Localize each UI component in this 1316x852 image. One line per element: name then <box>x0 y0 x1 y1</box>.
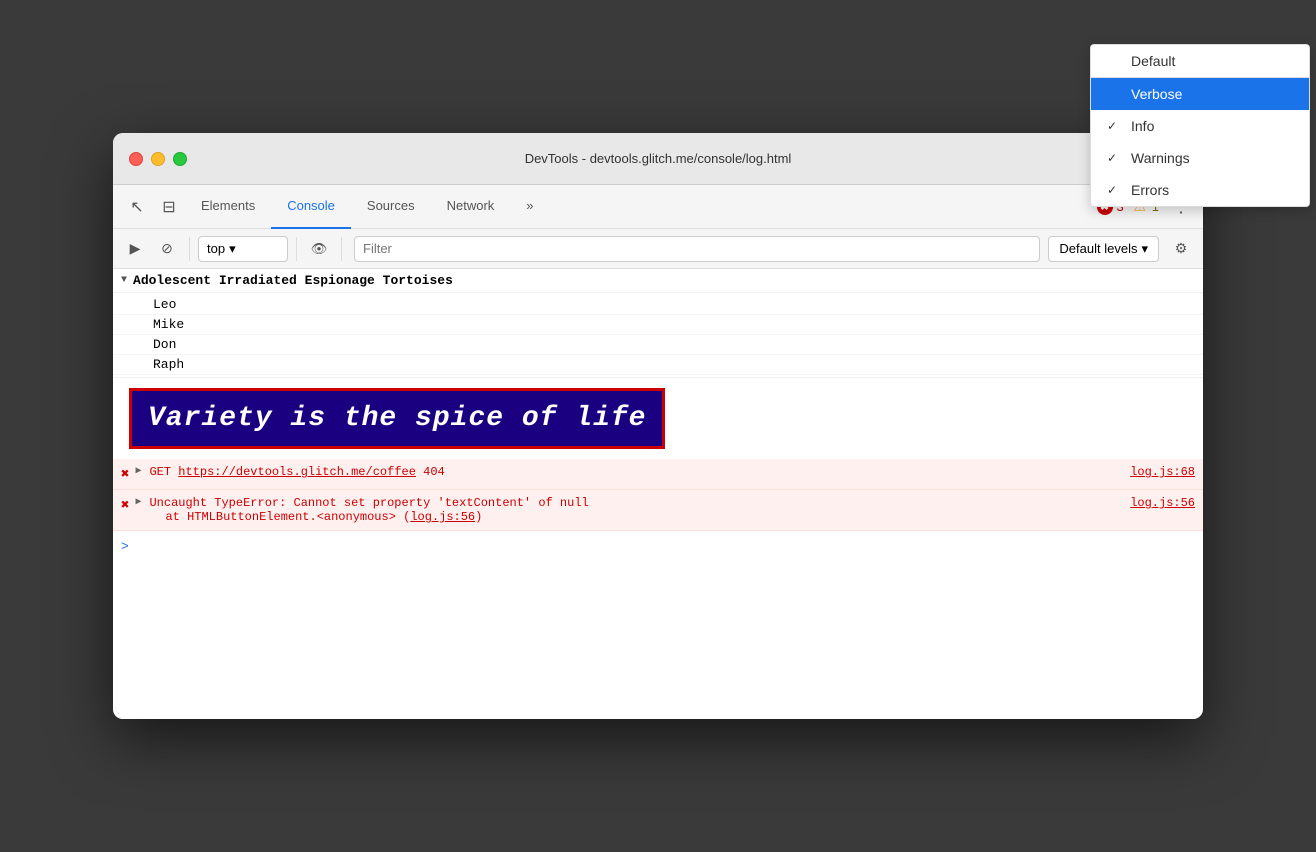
error-content-2: Uncaught TypeError: Cannot set property … <box>149 496 1124 524</box>
object-row: ▼ Adolescent Irradiated Espionage Tortoi… <box>113 269 1203 293</box>
list-item: Leo <box>113 295 1203 315</box>
dropdown-item-errors[interactable]: ✓ Errors <box>1091 174 1203 206</box>
error-url-1[interactable]: https://devtools.glitch.me/coffee <box>178 465 416 479</box>
tab-elements[interactable]: Elements <box>185 185 271 229</box>
console-toolbar: ▶ ⊘ top ▾ 👁 Default levels ▾ ⚙ Default <box>113 229 1203 269</box>
layers-icon-btn[interactable]: ⊟ <box>153 191 185 223</box>
error-icon-2: ✖ <box>121 497 129 514</box>
object-label: Adolescent Irradiated Espionage Tortoise… <box>133 273 453 288</box>
window-title: DevTools - devtools.glitch.me/console/lo… <box>525 151 792 166</box>
title-bar: DevTools - devtools.glitch.me/console/lo… <box>113 133 1203 185</box>
error-location-1[interactable]: log.js:68 <box>1130 465 1195 479</box>
error-content-1: GET https://devtools.glitch.me/coffee 40… <box>149 465 1124 479</box>
error-link-2[interactable]: log.js:56 <box>410 510 475 524</box>
check-mark-errors: ✓ <box>1107 183 1123 197</box>
context-select[interactable]: top ▾ <box>198 236 288 262</box>
levels-dropdown: Default Verbose ✓ Info ✓ Warnings ✓ Erro… <box>1090 133 1203 207</box>
error-row-2: ✖ ▶ Uncaught TypeError: Cannot set prope… <box>113 490 1203 531</box>
error-icon-1: ✖ <box>121 466 129 483</box>
execute-context-button[interactable]: ▶ <box>121 235 149 263</box>
error-text-2: Uncaught TypeError: Cannot set property … <box>149 496 1124 510</box>
chevron-down-icon: ▾ <box>229 241 236 257</box>
console-content: ▼ Adolescent Irradiated Espionage Tortoi… <box>113 269 1203 719</box>
tab-network[interactable]: Network <box>431 185 511 229</box>
list-item: Don <box>113 335 1203 355</box>
separator-1 <box>189 237 190 261</box>
close-button[interactable] <box>129 152 143 166</box>
separator-3 <box>341 237 342 261</box>
layers-icon: ⊟ <box>162 197 175 217</box>
cursor-icon-btn[interactable]: ↖ <box>121 191 153 223</box>
ban-icon: ⊘ <box>161 240 173 257</box>
variety-text: Variety is the spice of life <box>148 403 646 434</box>
error-expand-2[interactable]: ▶ <box>135 496 141 508</box>
console-prompt: > <box>113 531 1203 562</box>
traffic-lights <box>129 152 187 166</box>
error-row-1: ✖ ▶ GET https://devtools.glitch.me/coffe… <box>113 459 1203 490</box>
chevron-down-icon-levels: ▾ <box>1141 241 1148 257</box>
variety-banner-wrapper: Variety is the spice of life <box>113 378 1203 459</box>
filter-input[interactable] <box>354 236 1040 262</box>
settings-button[interactable]: ⚙ <box>1167 235 1195 263</box>
tab-more[interactable]: » <box>510 185 549 229</box>
gear-icon: ⚙ <box>1175 240 1188 257</box>
separator-2 <box>296 237 297 261</box>
list-items: Leo Mike Don Raph <box>113 293 1203 378</box>
main-toolbar: ↖ ⊟ Elements Console Sources Network » ✖… <box>113 185 1203 229</box>
error-subtext-2: at HTMLButtonElement.<anonymous> (log.js… <box>149 510 1124 524</box>
clear-console-button[interactable]: ⊘ <box>153 235 181 263</box>
check-mark-warnings: ✓ <box>1107 151 1123 165</box>
variety-banner: Variety is the spice of life <box>129 388 665 449</box>
dropdown-item-info[interactable]: ✓ Info <box>1091 133 1203 142</box>
list-item: Mike <box>113 315 1203 335</box>
maximize-button[interactable] <box>173 152 187 166</box>
default-levels-button[interactable]: Default levels ▾ <box>1048 236 1159 262</box>
dropdown-item-warnings[interactable]: ✓ Warnings <box>1091 142 1203 174</box>
tab-sources[interactable]: Sources <box>351 185 431 229</box>
eye-button[interactable]: 👁 <box>305 235 333 263</box>
eye-icon: 👁 <box>311 241 328 257</box>
list-item: Raph <box>113 355 1203 375</box>
minimize-button[interactable] <box>151 152 165 166</box>
play-icon: ▶ <box>130 240 141 257</box>
devtools-window: DevTools - devtools.glitch.me/console/lo… <box>113 133 1203 719</box>
error-location-2[interactable]: log.js:56 <box>1130 496 1195 510</box>
error-expand-1[interactable]: ▶ <box>135 465 141 477</box>
prompt-symbol: > <box>121 539 129 554</box>
object-toggle[interactable]: ▼ <box>121 275 127 286</box>
cursor-icon: ↖ <box>130 197 143 217</box>
tab-console[interactable]: Console <box>271 185 351 229</box>
